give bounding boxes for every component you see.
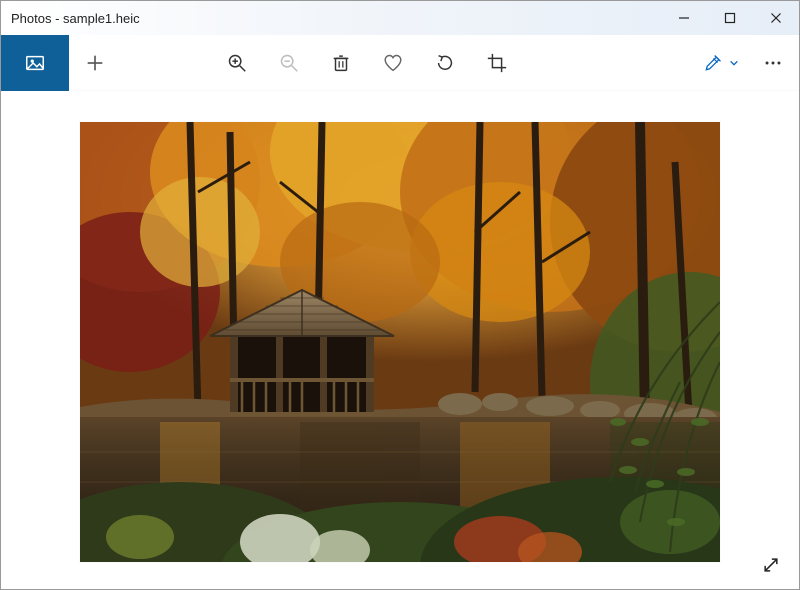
edit-create-button[interactable]	[695, 35, 747, 91]
minimize-button[interactable]	[661, 1, 707, 35]
titlebar: Photos - sample1.heic	[1, 1, 799, 35]
maximize-button[interactable]	[707, 1, 753, 35]
heart-icon	[382, 52, 404, 74]
zoom-out-icon	[278, 52, 300, 74]
see-all-photos-button[interactable]	[1, 35, 69, 91]
plus-icon	[84, 52, 106, 74]
toolbar	[1, 35, 799, 91]
zoom-out-button	[263, 35, 315, 91]
crop-button[interactable]	[471, 35, 523, 91]
zoom-in-icon	[226, 52, 248, 74]
close-button[interactable]	[753, 1, 799, 35]
rotate-button[interactable]	[419, 35, 471, 91]
fullscreen-button[interactable]	[753, 547, 789, 583]
close-icon	[770, 12, 782, 24]
add-to-button[interactable]	[69, 35, 121, 91]
minimize-icon	[678, 12, 690, 24]
favorite-button[interactable]	[367, 35, 419, 91]
more-icon	[762, 52, 784, 74]
window-title: Photos - sample1.heic	[11, 11, 661, 26]
delete-button[interactable]	[315, 35, 367, 91]
expand-icon	[761, 555, 781, 575]
trash-icon	[330, 52, 352, 74]
edit-icon	[703, 53, 723, 73]
maximize-icon	[724, 12, 736, 24]
chevron-down-icon	[729, 58, 739, 68]
photo-canvas[interactable]	[80, 122, 720, 562]
more-button[interactable]	[747, 35, 799, 91]
rotate-icon	[434, 52, 456, 74]
crop-icon	[486, 52, 508, 74]
viewer-area	[1, 91, 799, 589]
zoom-in-button[interactable]	[211, 35, 263, 91]
photo-icon	[24, 52, 46, 74]
